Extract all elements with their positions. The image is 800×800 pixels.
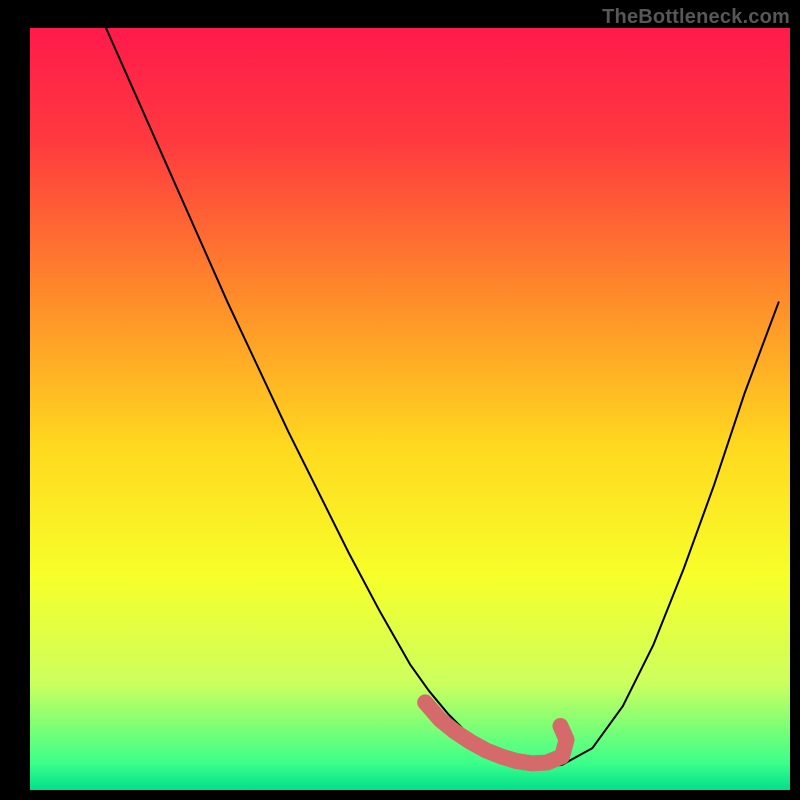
chart-svg [0, 0, 800, 800]
chart-container: TheBottleneck.com [0, 0, 800, 800]
watermark: TheBottleneck.com [602, 6, 790, 29]
plot-background [30, 28, 790, 790]
